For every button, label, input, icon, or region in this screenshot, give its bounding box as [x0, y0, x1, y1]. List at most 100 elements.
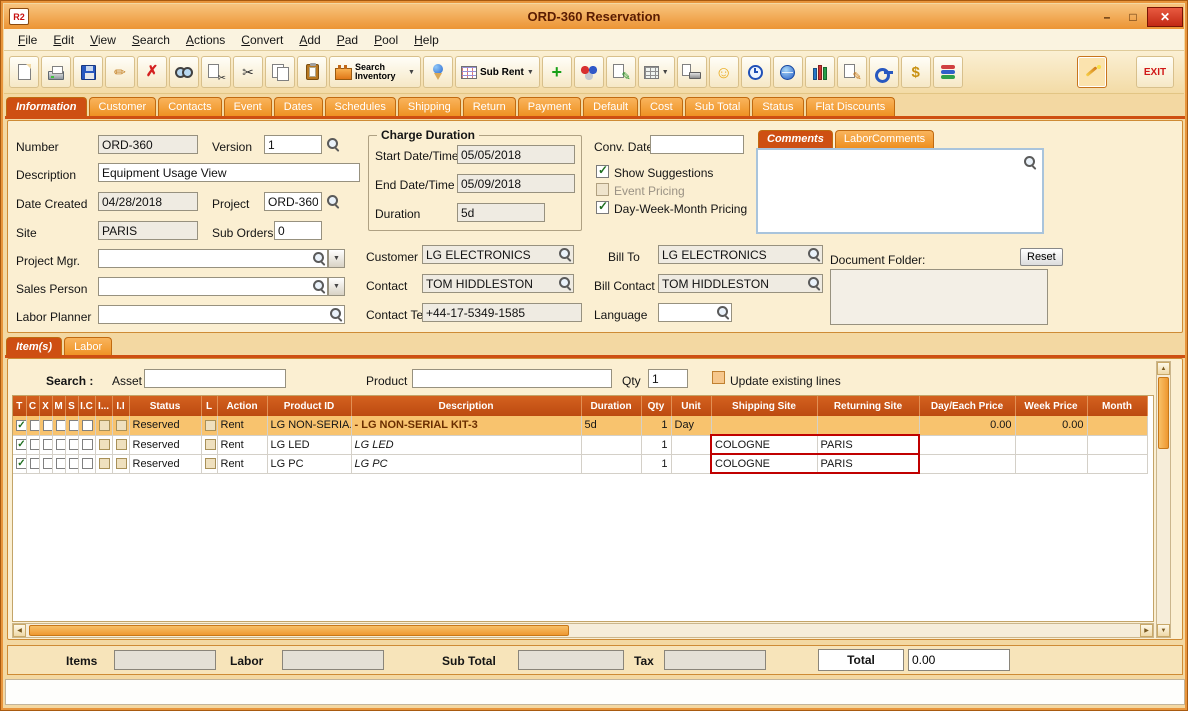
description-field[interactable]: [98, 163, 360, 182]
conv-date-field[interactable]: [650, 135, 744, 154]
row-select-checkbox[interactable]: ✓: [16, 458, 25, 470]
horizontal-scrollbar[interactable]: [12, 623, 1154, 638]
checkbox[interactable]: [68, 419, 77, 431]
clock-button[interactable]: [740, 56, 771, 88]
save-button[interactable]: [73, 56, 103, 88]
checkbox[interactable]: [29, 439, 38, 451]
checkbox[interactable]: [55, 419, 64, 431]
scroll-left-icon[interactable]: [13, 624, 26, 637]
row-select-checkbox[interactable]: ✓: [16, 419, 25, 431]
books-button[interactable]: [804, 56, 835, 88]
tab-schedules[interactable]: Schedules: [324, 97, 396, 117]
tab-comments[interactable]: Comments: [758, 130, 833, 148]
menu-search[interactable]: Search: [124, 31, 178, 49]
notes-button[interactable]: [605, 56, 636, 88]
print-button[interactable]: [41, 56, 71, 88]
wand-button[interactable]: [1077, 56, 1107, 88]
database-button[interactable]: [932, 56, 963, 88]
tab-status[interactable]: Status: [752, 97, 804, 117]
paste-button[interactable]: [297, 56, 327, 88]
col-x[interactable]: X: [39, 396, 53, 416]
comments-search-icon[interactable]: [1023, 155, 1037, 169]
col-week-price[interactable]: Week Price: [1015, 396, 1088, 416]
tax-field[interactable]: [664, 650, 766, 670]
page-edit-button[interactable]: [836, 56, 867, 88]
start-date-field[interactable]: [457, 145, 575, 164]
tab-labor[interactable]: Labor: [64, 337, 113, 357]
checkbox[interactable]: [55, 458, 64, 470]
checkbox[interactable]: [98, 458, 110, 470]
find-button[interactable]: [169, 56, 199, 88]
checkbox[interactable]: [98, 419, 110, 431]
menu-pad[interactable]: Pad: [329, 31, 366, 49]
col-product-id[interactable]: Product ID: [267, 396, 352, 416]
project-mgr-dropdown-button[interactable]: [328, 249, 345, 268]
tab-items[interactable]: Item(s): [6, 337, 63, 357]
col-ii[interactable]: I.I: [112, 396, 130, 416]
menu-add[interactable]: Add: [291, 31, 328, 49]
contact-search-icon[interactable]: [558, 276, 572, 290]
reset-button[interactable]: Reset: [1020, 248, 1063, 266]
contact-field[interactable]: [422, 274, 574, 293]
table-row[interactable]: ✓ Reserved Rent LG LED LG LED 1 COLOGNE …: [13, 434, 1148, 455]
project-mgr-search-icon[interactable]: [312, 251, 326, 265]
col-shipping-site[interactable]: Shipping Site: [711, 396, 818, 416]
duration-field[interactable]: [457, 203, 545, 222]
date-created-field[interactable]: [98, 192, 198, 211]
tab-dates[interactable]: Dates: [273, 97, 323, 117]
contact-tel-field[interactable]: [422, 303, 582, 322]
pool-circles-button[interactable]: [573, 56, 604, 88]
language-search-icon[interactable]: [716, 305, 730, 319]
menu-convert[interactable]: Convert: [233, 31, 291, 49]
print-preview-button[interactable]: [676, 56, 707, 88]
tab-information[interactable]: Information: [6, 97, 87, 117]
menu-pool[interactable]: Pool: [366, 31, 406, 49]
horizontal-scroll-thumb[interactable]: [29, 625, 569, 636]
menu-actions[interactable]: Actions: [178, 31, 233, 49]
col-t[interactable]: T: [13, 396, 27, 416]
tab-cost[interactable]: Cost: [640, 97, 683, 117]
menu-file[interactable]: File: [10, 31, 45, 49]
smiley-button[interactable]: ☺: [708, 56, 739, 88]
col-i2[interactable]: I...: [95, 396, 113, 416]
col-l[interactable]: L: [201, 396, 218, 416]
bill-contact-search-icon[interactable]: [807, 276, 821, 290]
col-qty[interactable]: Qty: [641, 396, 672, 416]
checkbox[interactable]: [81, 439, 93, 451]
sub-rent-button[interactable]: Sub Rent ▼: [454, 56, 540, 88]
event-pricing-checkbox[interactable]: [596, 183, 609, 196]
menu-view[interactable]: View: [82, 31, 124, 49]
dwm-pricing-checkbox[interactable]: [596, 199, 609, 214]
version-search-icon[interactable]: [326, 137, 340, 151]
site-field[interactable]: [98, 221, 198, 240]
table-row[interactable]: ✓ Reserved Rent LG NON-SERIA... - LG NON…: [13, 416, 1148, 436]
project-search-icon[interactable]: [326, 194, 340, 208]
col-description[interactable]: Description: [351, 396, 582, 416]
tab-shipping[interactable]: Shipping: [397, 97, 461, 117]
add-button[interactable]: +: [541, 56, 572, 88]
title-bar[interactable]: R2 ORD-360 Reservation – □ ✕: [4, 4, 1184, 29]
bill-to-search-icon[interactable]: [807, 247, 821, 261]
sub-orders-field[interactable]: [274, 221, 322, 240]
total-field[interactable]: [908, 649, 1010, 671]
checkbox[interactable]: [115, 419, 127, 431]
cut-button[interactable]: ✂: [233, 56, 263, 88]
search-inventory-button[interactable]: Search Inventory ▼: [329, 56, 421, 88]
bill-to-field[interactable]: [658, 245, 823, 264]
end-date-field[interactable]: [457, 174, 575, 193]
customer-field[interactable]: [422, 245, 574, 264]
checkbox[interactable]: [204, 419, 216, 431]
checkbox[interactable]: [204, 458, 216, 470]
document-folder-box[interactable]: [830, 269, 1048, 325]
checkbox[interactable]: [55, 439, 64, 451]
delete-button[interactable]: ✗: [137, 56, 167, 88]
sales-person-search-icon[interactable]: [312, 279, 326, 293]
vertical-scroll-thumb[interactable]: [1158, 377, 1169, 449]
menu-edit[interactable]: Edit: [45, 31, 82, 49]
exit-button[interactable]: EXIT: [1136, 56, 1174, 88]
tab-return[interactable]: Return: [462, 97, 516, 117]
col-s[interactable]: S: [65, 396, 79, 416]
project-mgr-field[interactable]: [98, 249, 328, 268]
checkbox[interactable]: [68, 458, 77, 470]
checkbox[interactable]: [29, 419, 38, 431]
